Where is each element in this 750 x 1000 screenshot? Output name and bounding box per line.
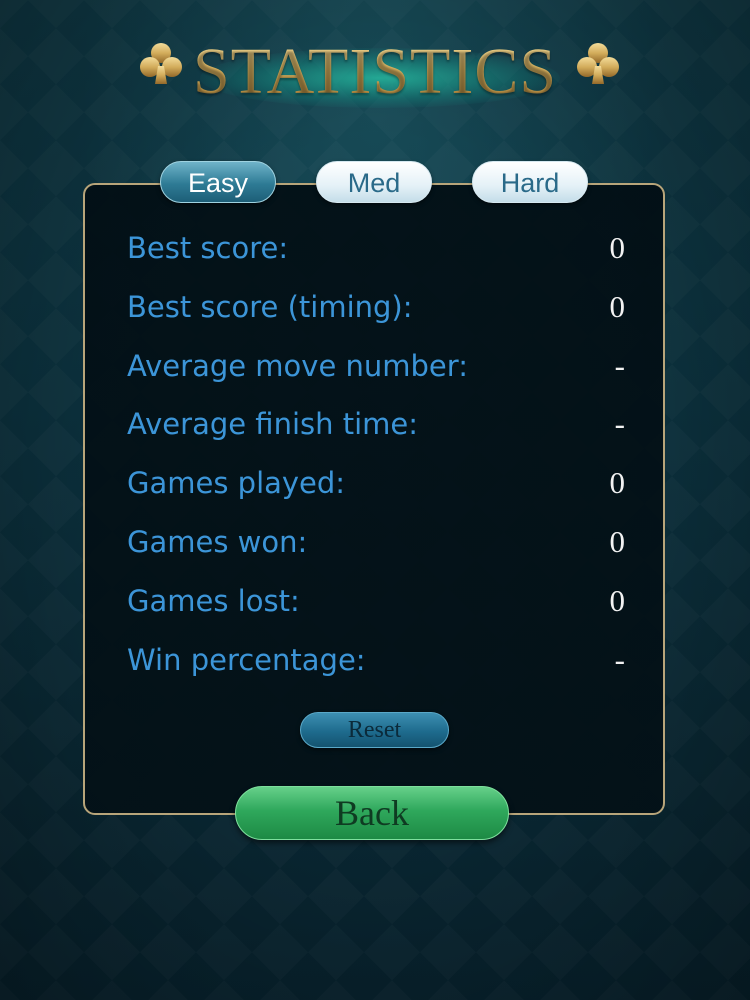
- stats-list: Best score: 0 Best score (timing): 0 Ave…: [127, 222, 625, 692]
- stat-value: -: [614, 406, 625, 442]
- stat-row-games-won: Games won: 0: [127, 516, 625, 575]
- stat-value: -: [614, 641, 625, 677]
- stat-row-best-score-timing: Best score (timing): 0: [127, 281, 625, 340]
- stat-row-games-lost: Games lost: 0: [127, 575, 625, 634]
- stat-label: Average move number:: [127, 348, 468, 383]
- stat-label: Best score (timing):: [127, 289, 413, 324]
- tab-easy[interactable]: Easy: [160, 161, 276, 203]
- stat-label: Games played:: [127, 466, 346, 501]
- stat-row-average-finish-time: Average finish time: -: [127, 398, 625, 457]
- stat-label: Games lost:: [127, 583, 300, 618]
- stat-label: Average finish time:: [127, 407, 419, 442]
- back-button[interactable]: Back: [235, 786, 509, 840]
- stat-label: Win percentage:: [127, 642, 366, 677]
- stat-value: 0: [609, 582, 626, 618]
- stat-value: 0: [609, 288, 626, 324]
- stat-value: 0: [609, 230, 626, 265]
- page-title: STATISTICS: [0, 34, 750, 110]
- stat-row-win-percentage: Win percentage: -: [127, 634, 625, 693]
- stat-value: -: [614, 347, 625, 383]
- stat-row-average-move-number: Average move number: -: [127, 340, 625, 399]
- stat-value: 0: [609, 523, 626, 559]
- stat-row-best-score: Best score: 0: [127, 222, 625, 281]
- stat-value: 0: [609, 465, 626, 501]
- reset-button[interactable]: Reset: [300, 712, 449, 748]
- title-banner: STATISTICS: [0, 30, 750, 120]
- tab-hard[interactable]: Hard: [472, 161, 588, 203]
- tab-med[interactable]: Med: [316, 161, 432, 203]
- stat-row-games-played: Games played: 0: [127, 457, 625, 516]
- club-icon: [577, 43, 619, 84]
- stat-label: Best score:: [127, 231, 289, 265]
- stat-label: Games won:: [127, 524, 308, 559]
